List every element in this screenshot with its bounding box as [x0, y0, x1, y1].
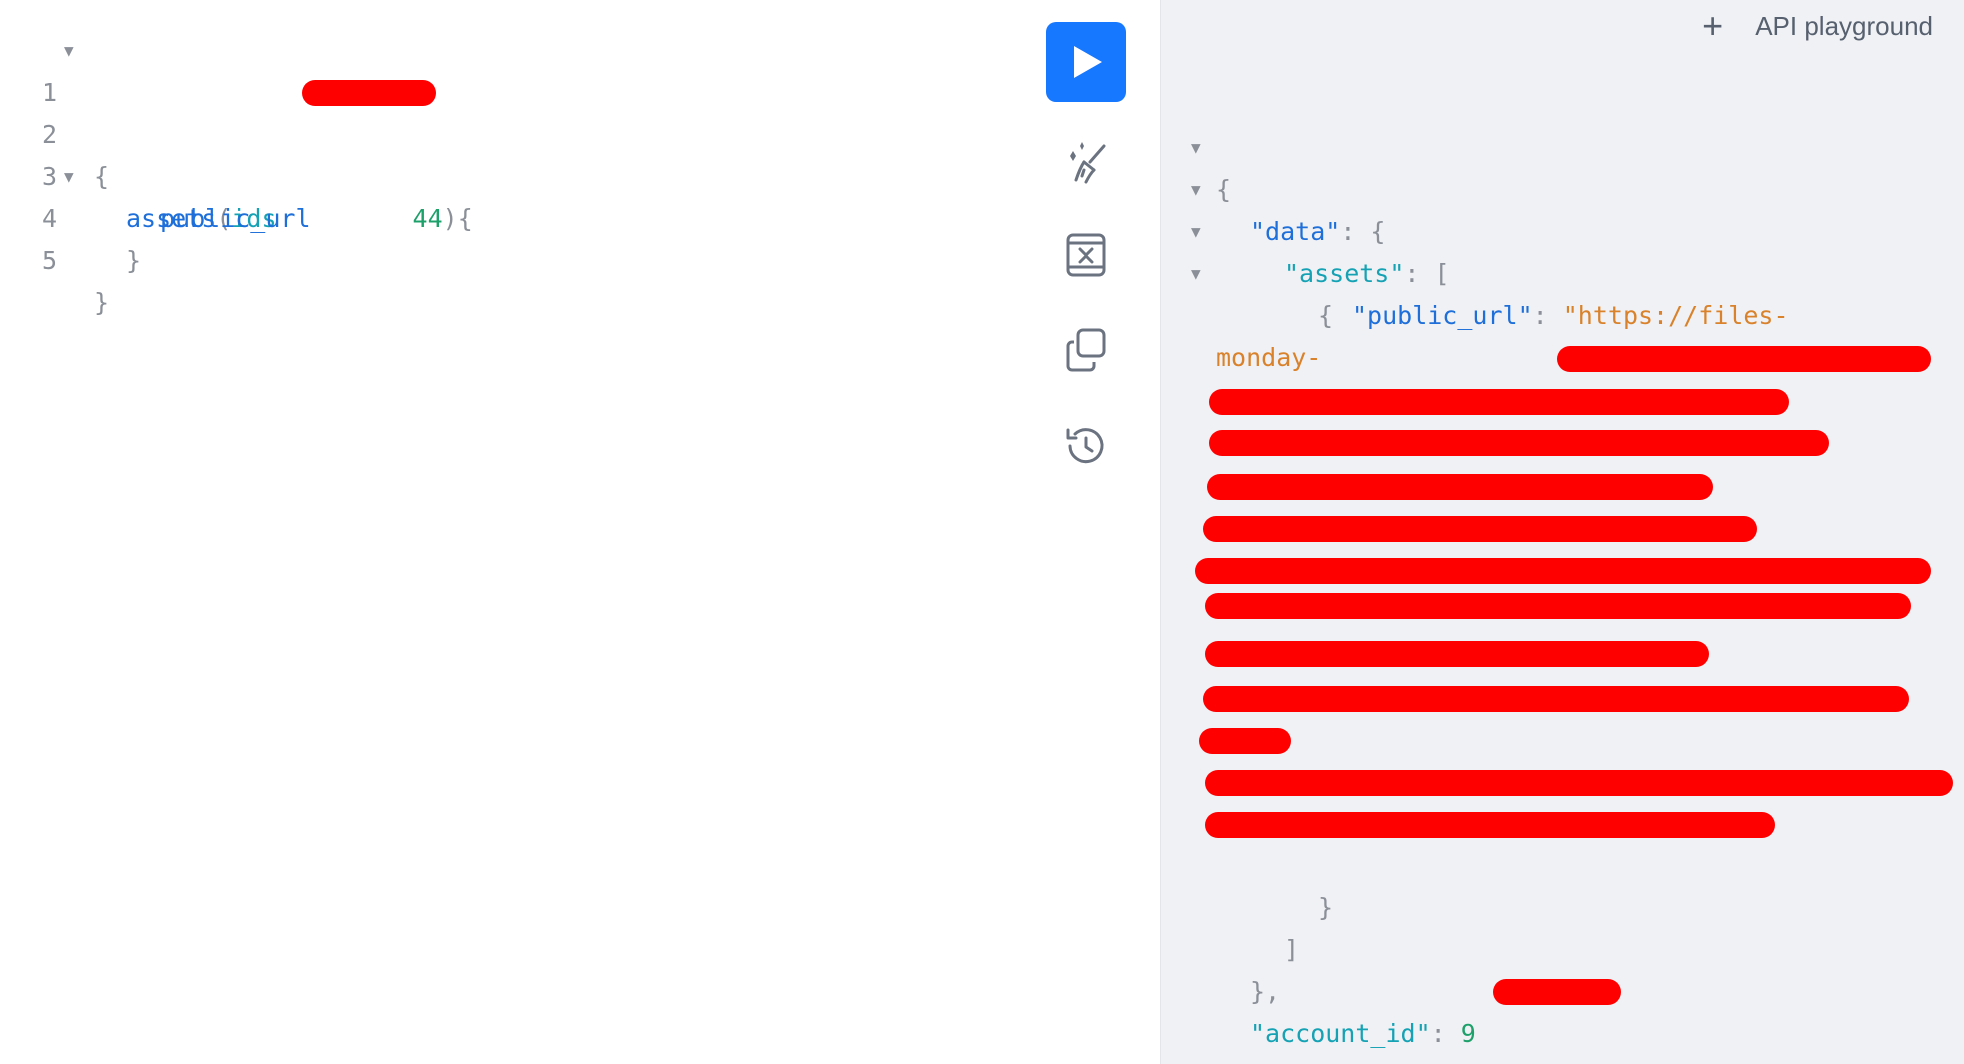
code-text: public_url [160, 204, 311, 233]
copy-icon [1066, 328, 1106, 372]
result-line: "public_url": "https://files- [1161, 253, 1964, 330]
history-button[interactable] [1060, 420, 1112, 472]
redaction-mark [1195, 558, 1931, 584]
redaction-mark [1205, 641, 1709, 667]
play-icon [1074, 46, 1102, 78]
redaction-mark [1205, 770, 1953, 796]
add-tab-icon[interactable]: + [1702, 6, 1723, 46]
prettify-button[interactable] [1060, 134, 1112, 186]
argument-value-tail: 44 [412, 204, 443, 233]
redaction-mark [1203, 516, 1757, 542]
result-line: ▼ { [1161, 85, 1964, 204]
editor-line-5: 5 } [0, 198, 109, 317]
result-line: ▼ { [1161, 211, 1964, 330]
redaction-mark [1209, 389, 1789, 415]
editor-line-1: 1 ▼ { [0, 30, 109, 191]
editor-line-4: 4 } [0, 156, 141, 275]
query-editor[interactable]: 1 ▼ { 2 ▼ assets(ids 44){ 3 public_url 4 … [0, 0, 1040, 1064]
merge-fragments-icon [1066, 233, 1106, 277]
line-number: 5 [42, 246, 58, 275]
result-line: ▼ "assets": [ [1161, 169, 1964, 288]
redaction-mark [1205, 812, 1775, 838]
run-query-button[interactable] [1046, 22, 1126, 102]
copy-query-button[interactable] [1060, 324, 1112, 376]
magic-wand-icon [1070, 142, 1106, 184]
result-viewer[interactable]: + API playground ▼ { ▼ "data": { ▼ "asse… [1160, 0, 1964, 1064]
code-text: { [94, 162, 110, 191]
code-text: } [94, 288, 110, 317]
redaction-mark [1207, 474, 1713, 500]
fold-toggle-icon[interactable]: ▼ [64, 30, 74, 72]
playground-title: API playground [1755, 10, 1933, 41]
result-line: monday- [1161, 295, 1964, 372]
editor-toolbar [1040, 0, 1160, 1064]
redaction-mark [1199, 728, 1291, 754]
redaction-mark [1205, 593, 1911, 619]
result-header: + API playground [1702, 6, 1933, 46]
editor-line-2: 2 ▼ assets(ids 44){ [0, 72, 473, 233]
redaction-mark [1557, 346, 1931, 372]
history-icon [1066, 428, 1104, 464]
code-text: } [126, 246, 142, 275]
result-line: ▼ "data": { [1161, 127, 1964, 246]
merge-fragments-button[interactable] [1060, 229, 1112, 281]
paren-brace: ){ [442, 204, 473, 233]
json-brace: } [1216, 1055, 1231, 1064]
redaction-mark [1203, 686, 1909, 712]
result-line: } [1161, 1013, 1964, 1064]
result-line: } [1161, 845, 1964, 922]
result-line: }, [1161, 929, 1964, 1006]
result-line: ] [1161, 887, 1964, 964]
redaction-mark [302, 80, 436, 106]
redaction-mark [1493, 979, 1621, 1005]
redaction-mark [1209, 430, 1829, 456]
editor-line-3: 3 public_url [0, 114, 311, 233]
api-playground-app: 1 ▼ { 2 ▼ assets(ids 44){ 3 public_url 4 … [0, 0, 1964, 1064]
